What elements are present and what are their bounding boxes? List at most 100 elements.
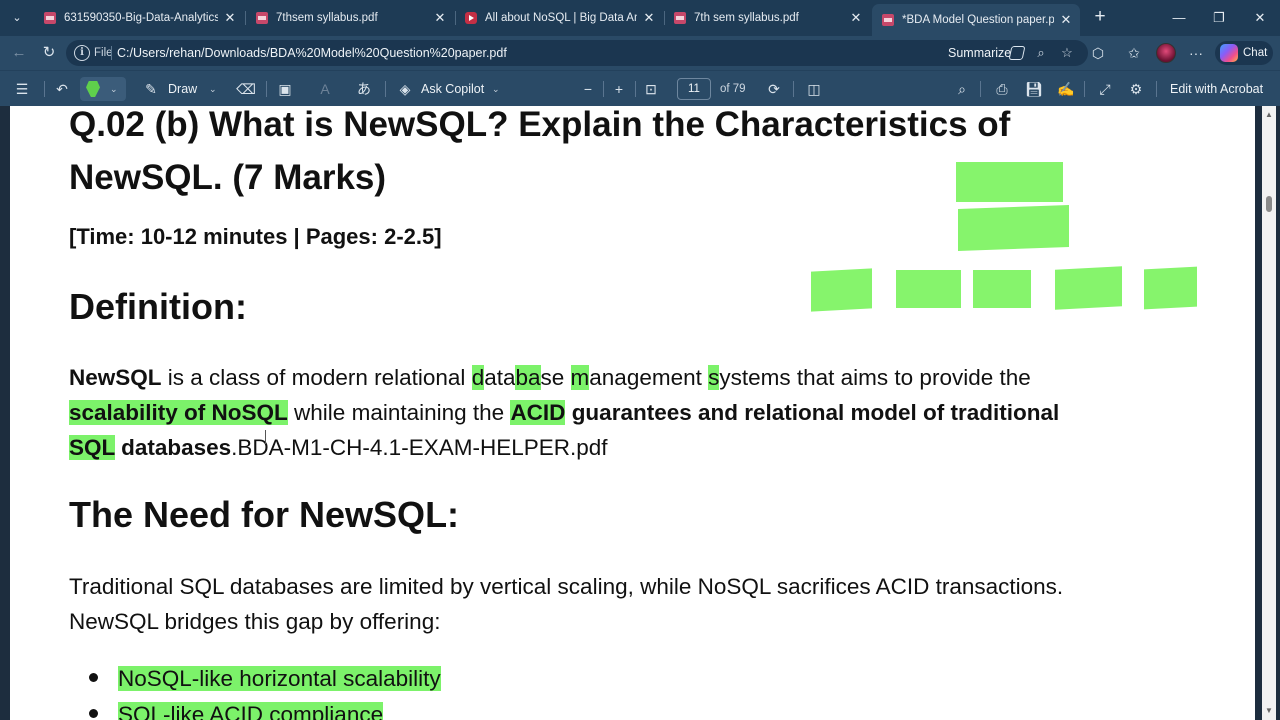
translate-icon[interactable]: あ: [354, 79, 374, 99]
drawn-box-annotation: [1055, 266, 1122, 310]
highlighted-text: ba: [515, 365, 541, 390]
url-text[interactable]: C:/Users/rehan/Downloads/BDA%20Model%20Q…: [117, 40, 507, 66]
text-box-icon[interactable]: ▣: [275, 79, 295, 99]
close-tab-icon[interactable]: ✕: [1058, 6, 1074, 34]
highlighted-text: NoSQL-like horizontal scalability: [118, 666, 441, 691]
print-icon[interactable]: ⎙: [992, 79, 1012, 99]
scroll-down-arrow-icon[interactable]: ▼: [1265, 706, 1273, 715]
bullet-icon: [89, 708, 98, 718]
highlighted-text: SQL: [69, 435, 115, 460]
chevron-down-icon[interactable]: ⌄: [492, 71, 500, 107]
scroll-up-arrow-icon[interactable]: ▲: [1265, 110, 1273, 119]
text-format-icon[interactable]: A: [315, 79, 335, 99]
text-cursor: [265, 430, 266, 444]
youtube-icon: [465, 12, 477, 24]
toolbar-divider: [635, 81, 636, 97]
refresh-icon[interactable]: ↻: [38, 42, 60, 64]
highlight-button[interactable]: ⌄: [80, 77, 126, 101]
fullscreen-icon[interactable]: ⤢: [1095, 79, 1115, 99]
new-tab-button[interactable]: +: [1090, 7, 1110, 27]
copilot-chat-label: Chat: [1243, 47, 1268, 59]
toolbar-divider: [266, 81, 267, 97]
pdf-icon: [882, 14, 894, 26]
minimize-icon[interactable]: —: [1169, 8, 1189, 28]
toolbar-divider: [793, 81, 794, 97]
highlighted-text: SQL-like ACID compliance: [118, 702, 384, 720]
window-close-icon[interactable]: ✕: [1250, 8, 1270, 28]
toolbar-divider: [980, 81, 981, 97]
need-line1: Traditional SQL databases are limited by…: [69, 574, 1064, 599]
draw-button[interactable]: Draw: [168, 71, 197, 107]
contents-list-icon[interactable]: ☰: [12, 79, 32, 99]
list-item: SQL-like ACID compliance: [89, 702, 384, 720]
tab-bda-model-question-paper[interactable]: *BDA Model Question paper.pdf ✕: [872, 4, 1080, 36]
summarize-button[interactable]: Summarize: [948, 40, 1011, 66]
profile-avatar[interactable]: [1156, 43, 1176, 63]
pdf-icon: [44, 12, 56, 24]
pdf-viewer[interactable]: Q.02 (b) What is NewSQL? Explain the Cha…: [0, 106, 1280, 720]
highlighted-text: d: [471, 365, 485, 390]
scrollbar-thumb[interactable]: [1266, 196, 1272, 212]
need-line2: NewSQL bridges this gap by offering:: [69, 609, 441, 634]
favorite-star-icon[interactable]: ☆: [1058, 44, 1076, 62]
chevron-down-icon[interactable]: ⌄: [209, 71, 217, 107]
erase-icon[interactable]: ⌫: [236, 79, 256, 99]
settings-gear-icon[interactable]: ⚙: [1126, 79, 1146, 99]
address-bar[interactable]: i File C:/Users/rehan/Downloads/BDA%20Mo…: [66, 40, 1088, 66]
tab-title: 7th sem syllabus.pdf: [694, 12, 799, 24]
address-bar-row: ← ↻ i File C:/Users/rehan/Downloads/BDA%…: [0, 36, 1280, 70]
zoom-in-icon[interactable]: +: [609, 79, 629, 99]
extensions-icon[interactable]: ⬡: [1088, 43, 1108, 63]
url-scheme-label: File: [94, 47, 113, 59]
question-title-line2: NewSQL. (7 Marks): [69, 158, 387, 197]
page-number-input[interactable]: 11: [677, 78, 711, 100]
back-arrow-icon[interactable]: ←: [8, 42, 30, 64]
ask-copilot-button[interactable]: Ask Copilot: [421, 71, 484, 107]
question-title: Q.02 (b) What is NewSQL? Explain the Cha…: [69, 106, 1010, 204]
undo-icon[interactable]: ↶: [52, 79, 72, 99]
tab-actions-menu-button[interactable]: ⌄: [6, 7, 28, 29]
restore-icon[interactable]: ❐: [1209, 8, 1229, 28]
pdf-page[interactable]: Q.02 (b) What is NewSQL? Explain the Cha…: [10, 106, 1255, 720]
drawn-box-annotation: [1144, 266, 1197, 310]
rotate-icon[interactable]: ⟳: [764, 79, 784, 99]
draw-pen-icon[interactable]: ✎: [141, 79, 161, 99]
info-icon[interactable]: i: [74, 45, 90, 61]
save-as-icon[interactable]: ✍: [1056, 79, 1076, 99]
highlighted-text: m: [570, 365, 590, 390]
close-tab-icon[interactable]: ✕: [432, 4, 448, 32]
favorites-icon[interactable]: ✩: [1124, 43, 1144, 63]
more-options-icon[interactable]: ···: [1186, 43, 1206, 63]
close-tab-icon[interactable]: ✕: [848, 4, 864, 32]
close-tab-icon[interactable]: ✕: [641, 4, 657, 32]
definition-paragraph: NewSQL is a class of modern relational d…: [69, 360, 1059, 465]
close-tab-icon[interactable]: ✕: [222, 4, 238, 32]
zoom-out-icon[interactable]: −: [578, 79, 598, 99]
chevron-down-icon[interactable]: ⌄: [110, 77, 118, 101]
search-icon[interactable]: ⌕: [952, 79, 972, 99]
fit-to-page-icon[interactable]: ⊡: [641, 79, 661, 99]
edit-with-acrobat-button[interactable]: Edit with Acrobat: [1170, 71, 1263, 107]
copilot-chat-button[interactable]: Chat: [1215, 41, 1273, 65]
drawn-box-annotation: [958, 205, 1069, 251]
definition-line3: SQL databases.BDA-M1-CH-4.1-EXAM-HELPER.…: [69, 430, 1059, 465]
drawn-box-annotation: [896, 270, 961, 308]
tab-all-about-nosql[interactable]: All about NoSQL | Big Data Analyti ✕: [455, 4, 663, 32]
pdf-icon: [256, 12, 268, 24]
tab-7thsem-syllabus[interactable]: 7thsem syllabus.pdf ✕: [246, 4, 454, 32]
text-run: .BDA-M1-CH-4.1-EXAM-HELPER.pdf: [231, 435, 608, 460]
highlighted-text: scalability of NoSQL: [69, 400, 288, 425]
zoom-icon[interactable]: ⌕: [1032, 44, 1050, 62]
copilot-outline-icon[interactable]: ◈: [395, 79, 415, 99]
page-view-icon[interactable]: ◫: [804, 79, 824, 99]
term-newsql: NewSQL: [69, 365, 162, 390]
summarize-icon[interactable]: [1008, 46, 1026, 60]
tab-title: *BDA Model Question paper.pdf: [902, 14, 1054, 26]
tab-7th-sem-syllabus[interactable]: 7th sem syllabus.pdf ✕: [664, 4, 870, 32]
toolbar-divider: [385, 81, 386, 97]
tab-big-data-analytics[interactable]: 631590350-Big-Data-Analytics-by- ✕: [34, 4, 244, 32]
bullet-icon: [89, 672, 98, 682]
question-title-line1: Q.02 (b) What is NewSQL? Explain the Cha…: [69, 106, 1011, 144]
toolbar-divider: [603, 81, 604, 97]
save-icon[interactable]: 💾︎: [1024, 79, 1044, 99]
